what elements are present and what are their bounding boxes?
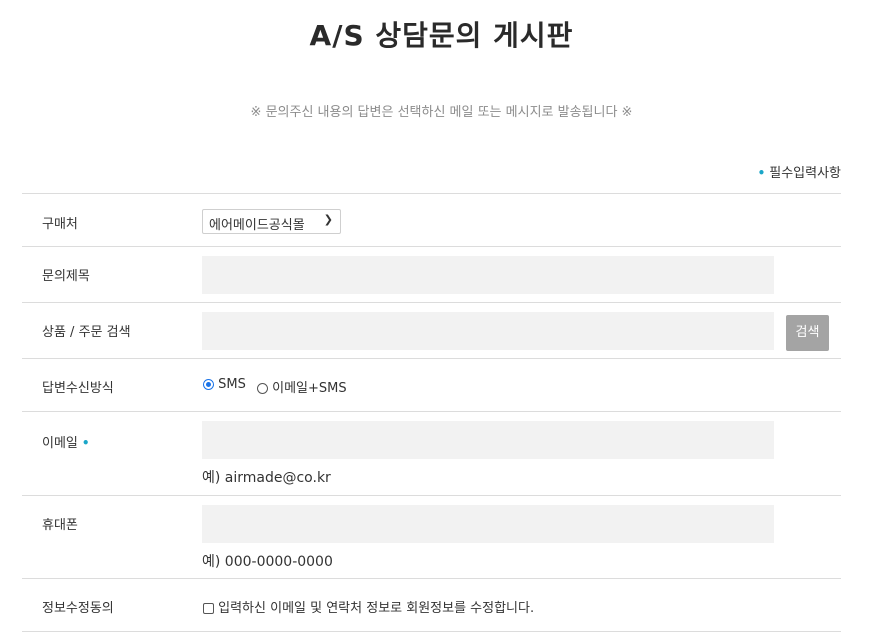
product-search-input[interactable] (202, 312, 774, 350)
reply-notice: ※ 문의주신 내용의 답변은 선택하신 메일 또는 메시지로 발송됩니다 ※ (250, 105, 633, 120)
subject-label: 문의제목 (42, 269, 90, 284)
product-search-label: 상품 / 주문 검색 (42, 325, 131, 340)
email-input[interactable] (202, 421, 774, 459)
store-label: 구매처 (42, 217, 78, 232)
radio-email-sms[interactable] (257, 383, 268, 394)
consent-option[interactable]: 입력하신 이메일 및 연락처 정보로 회원정보를 수정합니다. (203, 597, 534, 616)
inquiry-form: 구매처 에어메이드공식몰 ❯ 문의제목 상품 / 주문 검색 검색 답변수신방식… (22, 193, 841, 632)
email-label: 이메일 • (42, 432, 90, 451)
chevron-down-icon: ❯ (323, 213, 333, 226)
reply-method-label: 답변수신방식 (42, 381, 114, 396)
row-subject: 문의제목 (22, 246, 841, 302)
row-store: 구매처 에어메이드공식몰 ❯ (22, 193, 841, 246)
search-button[interactable]: 검색 (786, 315, 829, 351)
page-title: A/S 상담문의 게시판 (309, 19, 574, 52)
phone-input[interactable] (202, 505, 774, 543)
radio-sms[interactable] (203, 379, 214, 390)
required-dot-icon: • (81, 436, 90, 450)
subject-input[interactable] (202, 256, 774, 294)
required-dot-icon: • (757, 166, 766, 180)
row-email: 이메일 • 예) airmade@co.kr (22, 411, 841, 495)
consent-label: 정보수정동의 (42, 601, 114, 616)
phone-hint: 예) 000-0000-0000 (202, 554, 333, 570)
store-select[interactable]: 에어메이드공식몰 ❯ (202, 209, 341, 234)
email-hint: 예) airmade@co.kr (202, 470, 331, 486)
required-legend-label: 필수입력사항 (769, 166, 841, 181)
row-consent: 정보수정동의 입력하신 이메일 및 연락처 정보로 회원정보를 수정합니다. (22, 578, 841, 632)
row-reply-method: 답변수신방식 SMS 이메일+SMS (22, 358, 841, 411)
row-product-search: 상품 / 주문 검색 검색 (22, 302, 841, 358)
store-select-value: 에어메이드공식몰 (209, 218, 305, 233)
consent-checkbox[interactable] (203, 603, 214, 614)
row-phone: 휴대폰 예) 000-0000-0000 (22, 495, 841, 578)
reply-option-email-sms-label: 이메일+SMS (272, 381, 347, 396)
reply-option-sms-label: SMS (218, 377, 246, 392)
email-label-text: 이메일 (42, 436, 78, 451)
phone-label: 휴대폰 (42, 518, 78, 533)
reply-option-email-sms[interactable]: 이메일+SMS (257, 377, 347, 396)
consent-text: 입력하신 이메일 및 연락처 정보로 회원정보를 수정합니다. (218, 601, 535, 616)
reply-option-sms[interactable]: SMS (203, 377, 246, 392)
required-legend: • 필수입력사항 (758, 162, 841, 181)
